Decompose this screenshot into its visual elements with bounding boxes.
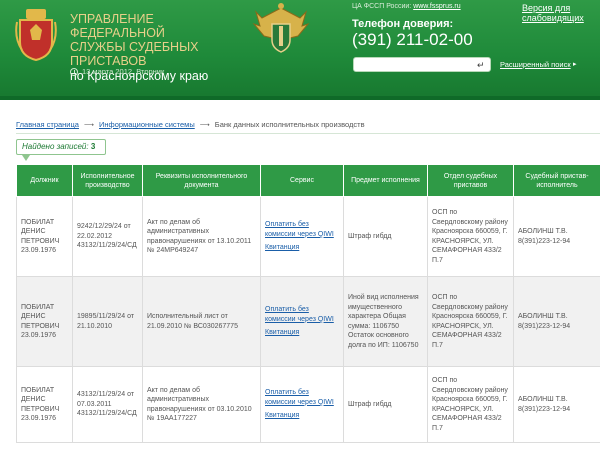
table-row: ПОБИЛАТ ДЕНИС ПЕТРОВИЧ 23.09.1976 19895/… — [16, 276, 600, 367]
pay-qiwi-link[interactable]: Оплатить без комиссии через QIWI — [265, 388, 339, 407]
cell-debtor: ПОБИЛАТ ДЕНИС ПЕТРОВИЧ 23.09.1976 — [16, 366, 73, 443]
advanced-search-link[interactable]: Расширенный поиск — [500, 60, 571, 69]
results-table: Должник Исполнительное производство Рекв… — [16, 164, 600, 443]
cell-service: Оплатить без комиссии через QIWI Квитанц… — [260, 196, 344, 277]
receipt-link[interactable]: Квитанция — [265, 411, 339, 421]
pay-qiwi-link[interactable]: Оплатить без комиссии через QIWI — [265, 220, 339, 239]
cell-service: Оплатить без комиссии через QIWI Квитанц… — [260, 366, 344, 443]
cell-proceeding: 9242/12/29/24 от 22.02.2012 43132/11/29/… — [72, 196, 143, 277]
fssp-central-link: ЦА ФССП России: www.fssprus.ru — [352, 3, 461, 10]
breadcrumb-arrow-icon: ⟶ — [83, 121, 95, 129]
breadcrumb-home[interactable]: Главная страница — [16, 120, 79, 129]
enter-icon[interactable]: ↵ — [477, 60, 487, 70]
current-date: 13 марта 2012, Вторник — [70, 67, 164, 76]
breadcrumb-divider — [16, 133, 600, 134]
cell-debtor: ПОБИЛАТ ДЕНИС ПЕТРОВИЧ 23.09.1976 — [16, 276, 73, 367]
search-input[interactable]: ↵ — [353, 57, 491, 72]
cell-bailiff: АБОЛИНШ Т.В. 8(391)223-12-94 — [513, 196, 600, 277]
breadcrumb-current: Банк данных исполнительных производств — [214, 120, 365, 129]
records-found-label: Найдено записей: — [22, 142, 89, 151]
org-title-line2: СЛУЖБЫ СУДЕБНЫХ ПРИСТАВОВ — [70, 40, 199, 68]
cell-document: Исполнительный лист от 21.09.2010 № ВС03… — [142, 276, 261, 367]
visually-impaired-version-link[interactable]: Версия для слабовидящих — [522, 3, 592, 23]
column-header-department: Отдел судебных приставов — [427, 164, 514, 197]
cell-debtor: ПОБИЛАТ ДЕНИС ПЕТРОВИЧ 23.09.1976 — [16, 196, 73, 277]
header-divider — [0, 96, 600, 100]
fssp-label: ЦА ФССП России: — [352, 3, 412, 10]
org-title-line1: УПРАВЛЕНИЕ ФЕДЕРАЛЬНОЙ — [70, 12, 165, 40]
fssp-website-link[interactable]: www.fssprus.ru — [413, 3, 460, 10]
column-header-bailiff: Судебный пристав-исполнитель — [513, 164, 600, 197]
badge-pointer — [22, 155, 30, 161]
column-header-service: Сервис — [260, 164, 344, 197]
cell-department: ОСП по Свердловскому району Красноярска … — [427, 196, 514, 277]
cell-bailiff: АБОЛИНШ Т.В. 8(391)223-12-94 — [513, 276, 600, 367]
date-text: 13 марта 2012, Вторник — [82, 67, 165, 76]
receipt-link[interactable]: Квитанция — [265, 328, 339, 338]
column-header-subject: Предмет исполнения — [343, 164, 428, 197]
pay-qiwi-link[interactable]: Оплатить без комиссии через QIWI — [265, 305, 339, 324]
cell-document: Акт по делам об административных правона… — [142, 366, 261, 443]
cell-document: Акт по делам об административных правона… — [142, 196, 261, 277]
cell-proceeding: 19895/11/29/24 от 21.10.2010 — [72, 276, 143, 367]
receipt-link[interactable]: Квитанция — [265, 243, 339, 253]
site-header: УПРАВЛЕНИЕ ФЕДЕРАЛЬНОЙ СЛУЖБЫ СУДЕБНЫХ П… — [0, 0, 600, 100]
clock-icon — [70, 67, 78, 76]
breadcrumb-arrow-icon: ⟶ — [199, 121, 210, 129]
breadcrumb-info-systems[interactable]: Информационные системы — [99, 120, 195, 129]
records-found-count: 3 — [90, 142, 96, 151]
cell-service: Оплатить без комиссии через QIWI Квитанц… — [260, 276, 344, 367]
column-header-proceeding: Исполнительное производство — [72, 164, 143, 197]
cell-bailiff: АБОЛИНШ Т.В. 8(391)223-12-94 — [513, 366, 600, 443]
column-header-document: Реквизиты исполнительного документа — [142, 164, 261, 197]
hotline-number: (391) 211-02-00 — [352, 30, 473, 49]
cell-proceeding: 43132/11/29/24 от 07.03.2011 43132/11/29… — [72, 366, 143, 443]
cell-subject: Штраф гибдд — [343, 196, 428, 277]
cell-subject: Штраф гибдд — [343, 366, 428, 443]
fssp-emblem-icon — [252, 3, 310, 53]
advanced-search-arrow-icon[interactable]: ▸ — [573, 60, 577, 68]
column-header-debtor: Должник — [16, 164, 73, 197]
table-row: ПОБИЛАТ ДЕНИС ПЕТРОВИЧ 23.09.1976 9242/1… — [16, 196, 600, 277]
table-row: ПОБИЛАТ ДЕНИС ПЕТРОВИЧ 23.09.1976 43132/… — [16, 366, 600, 443]
cell-department: ОСП по Свердловскому району Красноярска … — [427, 366, 514, 443]
table-header-row: Должник Исполнительное производство Рекв… — [16, 164, 600, 197]
cell-subject: Иной вид исполнения имущественного харак… — [343, 276, 428, 367]
krasnoyarsk-emblem-icon — [15, 9, 57, 62]
records-found-badge: Найдено записей: 3 — [16, 139, 106, 155]
hotline-label: Телефон доверия: — [352, 18, 454, 30]
breadcrumb: Главная страница ⟶ Информационные систем… — [16, 120, 365, 129]
cell-department: ОСП по Свердловскому району Красноярска … — [427, 276, 514, 367]
